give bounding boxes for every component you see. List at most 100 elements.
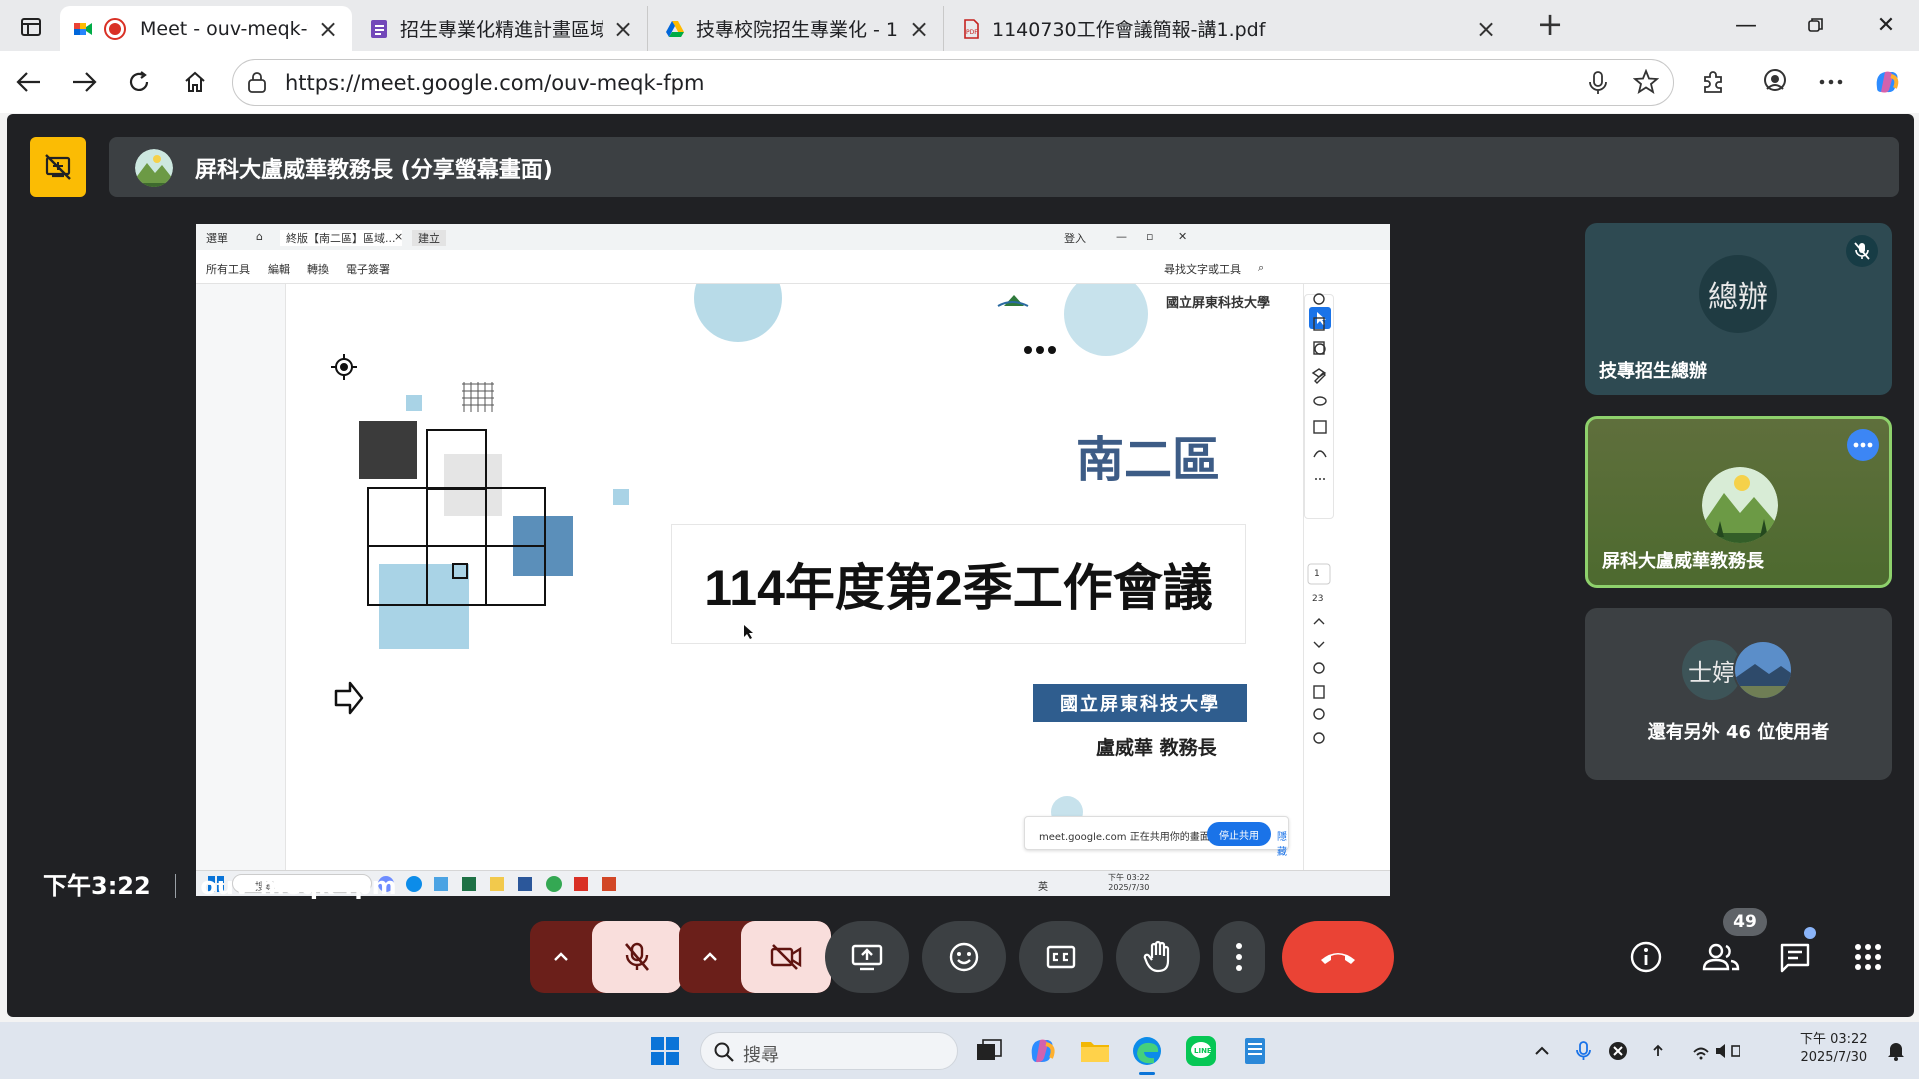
file-explorer-button[interactable]	[1078, 1034, 1112, 1068]
new-tab-button[interactable]: +	[1535, 8, 1565, 40]
more-options-button[interactable]	[1847, 429, 1879, 461]
home-button[interactable]	[176, 63, 214, 101]
task-view-icon	[977, 1039, 1002, 1060]
shared-window-titlebar: 選單 ⌂ 終版【南二區】區域... × 建立 登入 — ▫ ✕	[196, 224, 1390, 250]
tab-project[interactable]: 招生專業化精進計畫區域中心學校 ×	[356, 6, 648, 51]
presenter-banner-text: 屏科大盧威華教務長 (分享螢幕畫面)	[195, 158, 553, 183]
tab-close-button[interactable]: ×	[316, 15, 340, 43]
stop-sharing-button: 停止共用	[1207, 822, 1271, 846]
microphone-icon[interactable]	[1587, 70, 1609, 96]
meeting-details-button[interactable]	[1621, 932, 1671, 982]
copilot-icon	[1031, 1039, 1055, 1063]
present-screen-button[interactable]	[825, 921, 909, 993]
tab-close-button[interactable]: ×	[907, 15, 931, 43]
participant-tile[interactable]: 總辦 技專招生總辦	[1585, 223, 1892, 395]
url-text: https://meet.google.com/ouv-meqk-fpm	[285, 71, 705, 95]
participant-avatar: 總辦	[1699, 255, 1777, 333]
tab-pdf[interactable]: PDF 1140730工作會議簡報-講1.pdf ×	[948, 6, 1510, 51]
settings-menu-button[interactable]	[1812, 63, 1850, 101]
participant-avatar	[1702, 467, 1778, 543]
taskbar-date: 2025/7/30	[1800, 1050, 1868, 1065]
puzzle-icon	[1704, 71, 1722, 93]
chat-button[interactable]	[1770, 932, 1820, 982]
closed-captions-icon	[1046, 945, 1076, 969]
star-icon[interactable]	[1633, 69, 1659, 95]
shared-doc-tab: 終版【南二區】區域...	[280, 230, 402, 246]
people-icon	[1702, 943, 1740, 971]
clock-divider	[175, 874, 177, 898]
microphone-controls	[530, 921, 682, 993]
leave-call-button[interactable]	[1282, 921, 1394, 993]
shared-restore-icon: ▫	[1146, 230, 1154, 243]
site-info-icon[interactable]	[247, 72, 267, 94]
tab-close-button[interactable]: ×	[611, 15, 635, 43]
address-bar[interactable]: https://meet.google.com/ouv-meqk-fpm	[232, 59, 1674, 106]
tab-close-button[interactable]: ×	[1474, 15, 1498, 43]
meeting-code: ouv-meqk-fpm	[200, 872, 397, 900]
tab-actions-button[interactable]	[14, 12, 48, 42]
camera-controls	[679, 921, 831, 993]
restore-button[interactable]	[1796, 8, 1836, 42]
chevron-up-icon	[703, 952, 717, 961]
people-button[interactable]	[1696, 932, 1746, 982]
shared-tab-close-icon: ×	[394, 230, 404, 243]
screen-share-notice: meet.google.com 正在共用你的畫面。 停止共用 隱藏	[1024, 816, 1289, 858]
slide-region-text: 南二區	[1076, 432, 1221, 488]
notepad-button[interactable]	[1238, 1034, 1272, 1068]
pdf-file-icon: PDF	[964, 18, 979, 39]
shared-pdf-menubar: 所有工具 編輯 轉換 電子簽署 尋找文字或工具 ⌕	[196, 250, 1390, 284]
system-tray-icons[interactable]	[1530, 1036, 1740, 1066]
reload-button[interactable]	[120, 63, 158, 101]
minimize-button[interactable]: —	[1726, 8, 1766, 42]
slide-canvas: 國立屏東科技大學 南二區 114年度第2季工作會議 國立屏東科技大學 盧威華 教…	[286, 284, 1303, 870]
task-view-button[interactable]	[972, 1034, 1006, 1068]
windows-start-icon	[651, 1037, 679, 1065]
other-participants-label: 還有另外 46 位使用者	[1647, 722, 1830, 743]
presenter-banner: 屏科大盧威華教務長 (分享螢幕畫面)	[109, 137, 1899, 197]
taskbar-search[interactable]: 搜尋	[700, 1032, 958, 1070]
close-window-button[interactable]: ✕	[1866, 8, 1906, 42]
edge-browser-button[interactable]	[1130, 1034, 1164, 1075]
school-logo-icon	[997, 295, 1029, 307]
emoji-icon	[949, 942, 979, 972]
taskbar-clock[interactable]: 下午 03:22 2025/7/30	[1800, 1031, 1868, 1067]
reload-icon	[129, 71, 149, 91]
shared-find-tool: 尋找文字或工具	[1164, 263, 1241, 276]
video-options-button[interactable]	[679, 921, 741, 993]
microphone-toggle-button[interactable]	[592, 921, 682, 993]
presentation-indicator	[30, 137, 86, 197]
copilot-taskbar-button[interactable]	[1026, 1034, 1060, 1068]
tab-title: Meet - ouv-meqk-fpm	[140, 17, 308, 40]
start-button[interactable]	[650, 1036, 680, 1066]
chat-icon	[1780, 943, 1810, 973]
copilot-button[interactable]	[1868, 63, 1906, 101]
reactions-button[interactable]	[922, 921, 1006, 993]
extensions-button[interactable]	[1694, 63, 1732, 101]
participant-name: 技專招生總辦	[1599, 361, 1707, 382]
other-participants-tile[interactable]: 士婷 還有另外 46 位使用者	[1585, 608, 1892, 780]
audio-options-button[interactable]	[530, 921, 592, 993]
present-screen-icon	[851, 944, 883, 971]
info-icon	[1630, 941, 1662, 973]
tab-drive[interactable]: 技專校院招生專業化 - 114年度第 ×	[652, 6, 944, 51]
raise-hand-button[interactable]	[1116, 921, 1200, 993]
participant-tile-active[interactable]: 屏科大盧威華教務長	[1585, 416, 1892, 588]
camera-toggle-button[interactable]	[741, 921, 831, 993]
shared-close-icon: ✕	[1178, 230, 1188, 243]
notification-bell-icon[interactable]	[1886, 1040, 1906, 1062]
meeting-time: 下午3:22	[43, 872, 151, 900]
more-options-button[interactable]	[1213, 921, 1265, 993]
mountain-avatar-icon	[135, 149, 173, 187]
activities-button[interactable]	[1843, 932, 1893, 982]
line-app-button[interactable]: LINE	[1184, 1034, 1218, 1068]
browser-toolbar: https://meet.google.com/ouv-meqk-fpm	[0, 51, 1919, 113]
more-dots-icon	[1024, 346, 1056, 354]
back-button[interactable]	[10, 63, 48, 101]
tab-title: 技專校院招生專業化 - 114年度第	[696, 19, 899, 41]
profile-button[interactable]	[1756, 63, 1794, 101]
forward-button[interactable]	[65, 63, 103, 101]
tab-meet[interactable]: Meet - ouv-meqk-fpm ×	[60, 6, 352, 51]
slide-decor-circle	[694, 284, 782, 342]
edge-icon	[1133, 1037, 1161, 1065]
captions-button[interactable]	[1019, 921, 1103, 993]
